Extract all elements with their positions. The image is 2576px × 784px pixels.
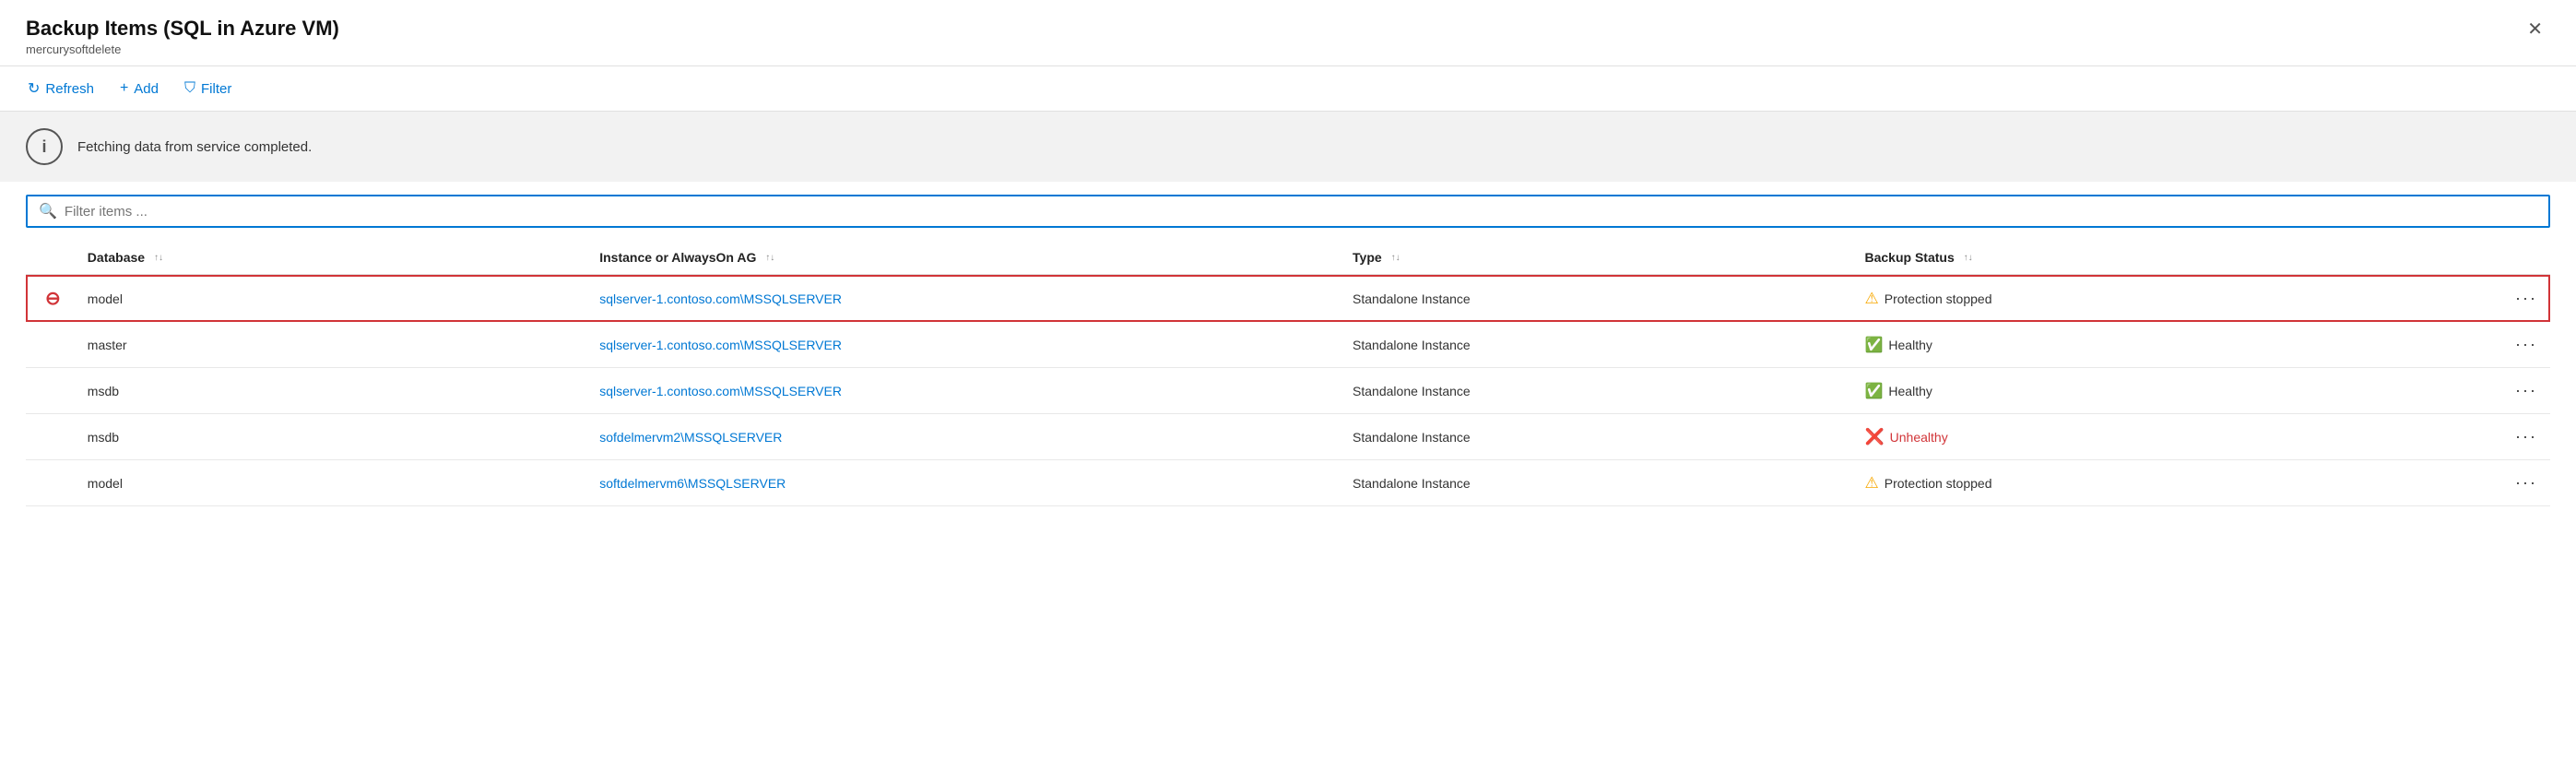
row-menu-cell: ··· (2460, 368, 2550, 414)
toolbar: ↻ Refresh + Add ⛉ Filter (0, 66, 2576, 112)
info-icon: i (26, 128, 63, 165)
row-db: msdb (80, 368, 592, 414)
row-status: ✅ Healthy (1857, 322, 2459, 368)
backup-items-panel: Backup Items (SQL in Azure VM) mercuryso… (0, 0, 2576, 784)
sort-arrows-status: ↑↓ (1964, 254, 1973, 263)
row-status: ⚠ Protection stopped (1857, 275, 2459, 322)
row-instance[interactable]: sqlserver-1.contoso.com\MSSQLSERVER (592, 322, 1345, 368)
row-type: Standalone Instance (1345, 368, 1857, 414)
filter-button[interactable]: ⛉ Filter (183, 77, 233, 101)
table-container: Database ↑↓ Instance or AlwaysOn AG ↑↓ T… (0, 241, 2576, 784)
refresh-icon: ↻ (28, 79, 40, 98)
refresh-button[interactable]: ↻ Refresh (26, 76, 96, 101)
table-row[interactable]: msdb sqlserver-1.contoso.com\MSSQLSERVER S… (26, 368, 2550, 414)
more-menu-button[interactable]: ··· (2510, 425, 2543, 448)
row-menu-cell: ··· (2460, 460, 2550, 506)
table-body: ⊖ model sqlserver-1.contoso.com\MSSQLSERVE… (26, 275, 2550, 506)
error-icon: ❌ (1864, 428, 1884, 446)
row-db: master (80, 322, 592, 368)
status-badge: ❌ Unhealthy (1864, 428, 1947, 446)
row-type: Standalone Instance (1345, 322, 1857, 368)
success-circle-icon: ✅ (1864, 336, 1883, 354)
status-badge: ⚠ Protection stopped (1864, 290, 1991, 308)
search-icon: 🔍 (39, 202, 57, 220)
col-status-header[interactable]: Backup Status ↑↓ (1857, 241, 2459, 275)
row-instance[interactable]: sofdelmervm2\MSSQLSERVER (592, 414, 1345, 460)
more-menu-button[interactable]: ··· (2510, 287, 2543, 310)
panel-subtitle: mercurysoftdelete (26, 42, 339, 56)
row-menu-cell: ··· (2460, 414, 2550, 460)
sort-arrows-db: ↑↓ (154, 254, 163, 263)
close-button[interactable]: ✕ (2520, 17, 2550, 42)
instance-link[interactable]: sqlserver-1.contoso.com\MSSQLSERVER (599, 291, 842, 306)
row-icon-cell: ⊖ (26, 275, 80, 322)
warning-icon: ⚠ (1864, 474, 1878, 493)
add-button[interactable]: + Add (118, 77, 160, 101)
row-menu-cell: ··· (2460, 322, 2550, 368)
filter-label: Filter (201, 81, 231, 97)
status-text: Protection stopped (1885, 291, 1992, 306)
row-instance[interactable]: softdelmervm6\MSSQLSERVER (592, 460, 1345, 506)
table-header: Database ↑↓ Instance or AlwaysOn AG ↑↓ T… (26, 241, 2550, 275)
col-icon-header (26, 241, 80, 275)
row-icon-cell (26, 368, 80, 414)
backup-items-table: Database ↑↓ Instance or AlwaysOn AG ↑↓ T… (26, 241, 2550, 506)
instance-link[interactable]: softdelmervm6\MSSQLSERVER (599, 476, 786, 491)
row-icon-cell (26, 414, 80, 460)
refresh-label: Refresh (45, 81, 94, 97)
col-type-header[interactable]: Type ↑↓ (1345, 241, 1857, 275)
more-menu-button[interactable]: ··· (2510, 379, 2543, 402)
warning-icon: ⚠ (1864, 290, 1878, 308)
row-status: ✅ Healthy (1857, 368, 2459, 414)
filter-icon: ⛉ (184, 80, 195, 97)
status-badge: ✅ Healthy (1864, 382, 1932, 400)
instance-link[interactable]: sofdelmervm2\MSSQLSERVER (599, 430, 782, 445)
status-text: Healthy (1888, 338, 1932, 352)
status-badge: ⚠ Protection stopped (1864, 474, 1991, 493)
row-type: Standalone Instance (1345, 275, 1857, 322)
table-row[interactable]: master sqlserver-1.contoso.com\MSSQLSERVE… (26, 322, 2550, 368)
table-row[interactable]: ⊖ model sqlserver-1.contoso.com\MSSQLSERVE… (26, 275, 2550, 322)
instance-link[interactable]: sqlserver-1.contoso.com\MSSQLSERVER (599, 384, 842, 398)
table-row[interactable]: model softdelmervm6\MSSQLSERVER Standalone… (26, 460, 2550, 506)
row-type: Standalone Instance (1345, 414, 1857, 460)
status-badge: ✅ Healthy (1864, 336, 1932, 354)
col-database-header[interactable]: Database ↑↓ (80, 241, 592, 275)
row-db: model (80, 275, 592, 322)
row-instance[interactable]: sqlserver-1.contoso.com\MSSQLSERVER (592, 275, 1345, 322)
search-input[interactable] (65, 204, 2537, 220)
status-text: Unhealthy (1890, 430, 1948, 445)
row-instance[interactable]: sqlserver-1.contoso.com\MSSQLSERVER (592, 368, 1345, 414)
row-type: Standalone Instance (1345, 460, 1857, 506)
table-row[interactable]: msdb sofdelmervm2\MSSQLSERVER Standalone I… (26, 414, 2550, 460)
row-db: model (80, 460, 592, 506)
row-db: msdb (80, 414, 592, 460)
banner-message: Fetching data from service completed. (77, 139, 312, 155)
sort-arrows-type: ↑↓ (1391, 254, 1400, 263)
search-bar: 🔍 (26, 195, 2550, 228)
remove-icon: ⊖ (45, 289, 61, 309)
info-banner: i Fetching data from service completed. (0, 112, 2576, 182)
sort-arrows-instance: ↑↓ (765, 254, 774, 263)
add-label: Add (134, 81, 159, 97)
success-circle-icon: ✅ (1864, 382, 1883, 400)
col-menu-header (2460, 241, 2550, 275)
status-text: Healthy (1888, 384, 1932, 398)
panel-header: Backup Items (SQL in Azure VM) mercuryso… (0, 0, 2576, 66)
instance-link[interactable]: sqlserver-1.contoso.com\MSSQLSERVER (599, 338, 842, 352)
row-icon-cell (26, 460, 80, 506)
row-status: ❌ Unhealthy (1857, 414, 2459, 460)
row-status: ⚠ Protection stopped (1857, 460, 2459, 506)
more-menu-button[interactable]: ··· (2510, 333, 2543, 356)
status-text: Protection stopped (1885, 476, 1992, 491)
col-instance-header[interactable]: Instance or AlwaysOn AG ↑↓ (592, 241, 1345, 275)
row-icon-cell (26, 322, 80, 368)
add-icon: + (120, 80, 128, 97)
panel-title: Backup Items (SQL in Azure VM) (26, 17, 339, 41)
more-menu-button[interactable]: ··· (2510, 471, 2543, 494)
row-menu-cell: ··· (2460, 275, 2550, 322)
panel-title-block: Backup Items (SQL in Azure VM) mercuryso… (26, 17, 339, 56)
